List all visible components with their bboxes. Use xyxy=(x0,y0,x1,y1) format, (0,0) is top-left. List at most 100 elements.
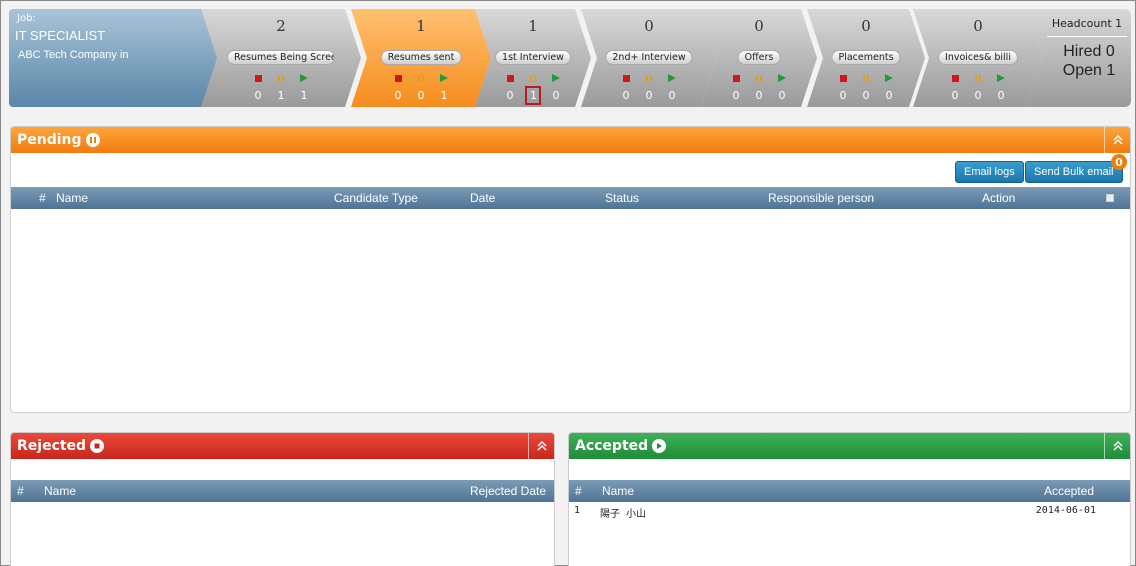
pause-icon[interactable] xyxy=(754,73,764,83)
stage-count: 0 xyxy=(644,17,654,35)
stage-1st-interview[interactable]: 1 1st Interview 010 xyxy=(475,9,591,107)
hired-count: Hired 0 xyxy=(1063,43,1115,60)
col-rejected-date[interactable]: Rejected Date xyxy=(470,484,546,498)
stage-count: 0 xyxy=(973,17,983,35)
collapse-icon[interactable] xyxy=(528,433,554,459)
active-count[interactable]: 0 xyxy=(777,89,787,102)
stop-icon xyxy=(90,439,105,453)
stage-label[interactable]: Resumes Being Scree xyxy=(227,50,335,65)
open-count: Open 1 xyxy=(1062,62,1116,79)
job-card[interactable]: Job: IT SPECIALIST ABC Tech Company in xyxy=(9,9,221,107)
play-icon[interactable] xyxy=(551,73,561,83)
stage-label[interactable]: Offers xyxy=(738,50,781,65)
stopped-count[interactable]: 0 xyxy=(393,89,403,102)
play-icon[interactable] xyxy=(996,73,1006,83)
col-date[interactable]: Date xyxy=(470,191,495,205)
stage-resumes-screening[interactable]: 2 Resumes Being Scree 011 xyxy=(201,9,361,107)
pause-icon[interactable] xyxy=(644,73,654,83)
stop-icon[interactable] xyxy=(253,73,263,83)
stop-icon[interactable] xyxy=(838,73,848,83)
col-action: Action xyxy=(982,191,1016,205)
paused-count[interactable]: 0 xyxy=(416,89,426,102)
stage-label[interactable]: Resumes sent xyxy=(381,50,462,65)
play-icon[interactable] xyxy=(439,73,449,83)
stage-2nd-interview[interactable]: 0 2nd+ Interview 000 xyxy=(581,9,717,107)
rejected-table-header: # Name Rejected Date xyxy=(11,480,554,502)
active-count[interactable]: 1 xyxy=(439,89,449,102)
collapse-icon[interactable] xyxy=(1104,433,1130,459)
col-accepted-date[interactable]: Accepted xyxy=(1044,484,1094,498)
play-icon[interactable] xyxy=(884,73,894,83)
play-icon[interactable] xyxy=(299,73,309,83)
stopped-count[interactable]: 0 xyxy=(731,89,741,102)
active-count[interactable]: 0 xyxy=(667,89,677,102)
send-bulk-email-button[interactable]: Send Bulk email xyxy=(1025,161,1123,183)
col-status[interactable]: Status xyxy=(605,191,639,205)
email-logs-button[interactable]: Email logs xyxy=(955,161,1024,183)
stage-count: 1 xyxy=(528,17,538,35)
paused-count[interactable]: 1 xyxy=(276,89,286,102)
col-num: # xyxy=(17,484,24,498)
rejected-header: Rejected xyxy=(11,433,554,459)
paused-count[interactable]: 0 xyxy=(754,89,764,102)
stopped-count[interactable]: 0 xyxy=(505,89,515,102)
pending-title: Pending xyxy=(17,132,82,148)
stage-resumes-sent[interactable]: 1 Resumes sent 001 xyxy=(351,9,491,107)
active-count[interactable]: 0 xyxy=(996,89,1006,102)
stage-invoices-billing[interactable]: 0 Invoices& billi 000 xyxy=(913,9,1043,107)
headcount-label: Headcount 1 xyxy=(1047,17,1127,37)
stage-label[interactable]: Invoices& billi xyxy=(938,50,1018,65)
active-count[interactable]: 0 xyxy=(551,89,561,102)
job-label: Job: xyxy=(17,13,36,24)
select-all-checkbox[interactable] xyxy=(1106,194,1114,202)
col-name[interactable]: Name xyxy=(56,191,88,205)
pause-icon[interactable] xyxy=(528,73,538,83)
paused-count-highlighted[interactable]: 1 xyxy=(528,89,538,102)
stopped-count[interactable]: 0 xyxy=(621,89,631,102)
play-icon[interactable] xyxy=(777,73,787,83)
accepted-date: 2014-06-01 xyxy=(1035,505,1096,516)
col-num: # xyxy=(39,191,46,205)
stopped-count[interactable]: 0 xyxy=(950,89,960,102)
pause-icon[interactable] xyxy=(416,73,426,83)
paused-count[interactable]: 0 xyxy=(973,89,983,102)
stopped-count[interactable]: 0 xyxy=(838,89,848,102)
active-count[interactable]: 1 xyxy=(299,89,309,102)
col-candidate-type[interactable]: Candidate Type xyxy=(334,191,418,205)
stopped-count[interactable]: 0 xyxy=(253,89,263,102)
stop-icon[interactable] xyxy=(393,73,403,83)
stage-count: 0 xyxy=(754,17,764,35)
col-name[interactable]: Name xyxy=(602,484,634,498)
stop-icon[interactable] xyxy=(505,73,515,83)
job-company: ABC Tech Company in xyxy=(18,49,129,61)
stop-icon[interactable] xyxy=(621,73,631,83)
stage-label[interactable]: 1st Interview xyxy=(495,50,571,65)
candidate-name-link[interactable]: 陽子 小山 xyxy=(600,505,646,520)
col-responsible-person[interactable]: Responsible person xyxy=(768,191,874,205)
pause-icon[interactable] xyxy=(276,73,286,83)
stage-placements[interactable]: 0 Placements 000 xyxy=(807,9,925,107)
stage-offers[interactable]: 0 Offers 000 xyxy=(701,9,817,107)
paused-count[interactable]: 0 xyxy=(644,89,654,102)
stage-count: 2 xyxy=(276,17,286,35)
stage-label[interactable]: 2nd+ Interview xyxy=(605,50,692,65)
stage-label[interactable]: Placements xyxy=(831,50,900,65)
col-num: # xyxy=(575,484,582,498)
pause-icon[interactable] xyxy=(861,73,871,83)
stage-count: 1 xyxy=(416,17,426,35)
collapse-icon[interactable] xyxy=(1104,127,1130,153)
active-count[interactable]: 0 xyxy=(884,89,894,102)
pipeline-bar: Job: IT SPECIALIST ABC Tech Company in 2… xyxy=(9,9,1131,109)
stop-icon[interactable] xyxy=(731,73,741,83)
play-icon[interactable] xyxy=(667,73,677,83)
col-name[interactable]: Name xyxy=(44,484,76,498)
accepted-panel: Accepted # Name Accepted 1 陽子 小山 2014-06… xyxy=(568,432,1131,566)
stage-count: 0 xyxy=(861,17,871,35)
paused-count[interactable]: 0 xyxy=(861,89,871,102)
pause-icon[interactable] xyxy=(973,73,983,83)
stop-icon[interactable] xyxy=(950,73,960,83)
rejected-title: Rejected xyxy=(17,438,87,454)
pending-table-header: # Name Candidate Type Date Status Respon… xyxy=(11,187,1130,209)
job-title: IT SPECIALIST xyxy=(15,28,106,43)
accepted-table-header: # Name Accepted xyxy=(569,480,1130,502)
